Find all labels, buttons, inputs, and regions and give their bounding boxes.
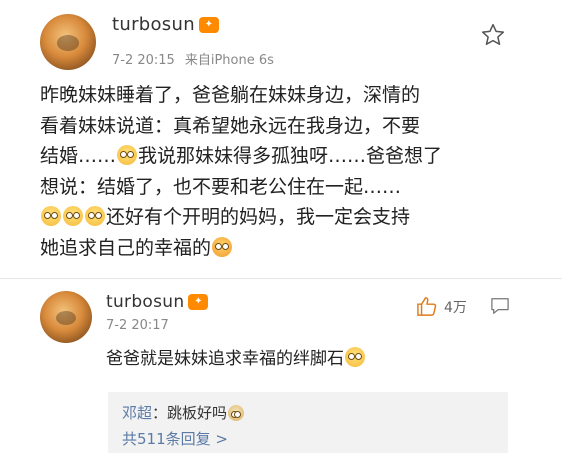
avatar[interactable] — [40, 14, 96, 70]
weibo-post: turbosun ✦ 7-2 20:15 来自iPhone 6s 昨晚妹妹睡着了，爸… — [0, 0, 562, 290]
more-replies-link[interactable]: 共511条回复 > — [122, 428, 228, 449]
post-line: 想说：结婚了，也不要和老公住在一起…… — [40, 175, 402, 198]
rolling-eyes-emoji-icon — [85, 206, 105, 226]
reply-author[interactable]: 邓超 — [122, 404, 152, 422]
comment-username[interactable]: turbosun ✦ — [106, 292, 209, 312]
post-body: 昨晚妹妹睡着了，爸爸躺在妹妹身边，深情的 看着妹妹说道：真希望她永远在我身边，不… — [40, 80, 540, 263]
comment-bubble-icon[interactable] — [490, 297, 510, 315]
post-line: 结婚…… 我说那妹妹得多孤独呀……爸爸想了 — [40, 141, 540, 172]
dog-emoji-icon — [228, 405, 245, 421]
replies-box[interactable]: 邓超：跳板好吗 共511条回复 > — [108, 392, 508, 453]
post-line: 看着妹妹说道：真希望她永远在我身边，不要 — [40, 114, 421, 137]
post-meta: 7-2 20:15 来自iPhone 6s — [112, 49, 274, 68]
username-text[interactable]: turbosun — [106, 292, 184, 312]
rolling-eyes-emoji-icon — [117, 145, 138, 165]
post-username[interactable]: turbosun ✦ — [112, 14, 219, 35]
comment-text-body: 爸爸就是妹妹追求幸福的绊脚石 — [106, 349, 344, 369]
rolling-eyes-emoji-icon — [41, 206, 61, 226]
avatar[interactable] — [40, 291, 92, 343]
comment-date: 7-2 20:17 — [106, 318, 169, 333]
post-text-fragment: 结婚…… — [40, 145, 117, 167]
rolling-eyes-emoji-icon — [345, 347, 365, 367]
post-text-fragment: 还好有个开明的妈妈，我一定会支持 — [106, 206, 411, 228]
comment-text: 爸爸就是妹妹追求幸福的绊脚石 — [106, 344, 366, 369]
rolling-eyes-emoji-icon — [63, 206, 83, 226]
post-source: 来自iPhone 6s — [184, 53, 274, 68]
reply-text: 跳板好吗 — [167, 404, 228, 422]
post-text-fragment: 我说那妹妹得多孤独呀……爸爸想了 — [138, 145, 443, 167]
reply-item: 邓超：跳板好吗 — [122, 402, 245, 423]
star-icon[interactable] — [480, 22, 506, 48]
vip-badge-icon: ✦ — [198, 17, 219, 33]
username-text[interactable]: turbosun — [112, 14, 195, 35]
post-line: 她追求自己的幸福的 — [40, 233, 540, 264]
thumbs-up-icon[interactable] — [416, 296, 438, 316]
post-date: 7-2 20:15 — [112, 53, 175, 68]
post-line: 昨晚妹妹睡着了，爸爸躺在妹妹身边，深情的 — [40, 84, 421, 106]
smirk-emoji-icon — [212, 236, 233, 257]
divider — [0, 278, 562, 279]
like-count: 4万 — [444, 300, 467, 316]
post-text-fragment: 她追求自己的幸福的 — [40, 236, 212, 259]
reply-separator: ： — [152, 404, 168, 422]
vip-badge-icon: ✦ — [188, 294, 209, 310]
post-line: 还好有个开明的妈妈，我一定会支持 — [40, 202, 540, 233]
